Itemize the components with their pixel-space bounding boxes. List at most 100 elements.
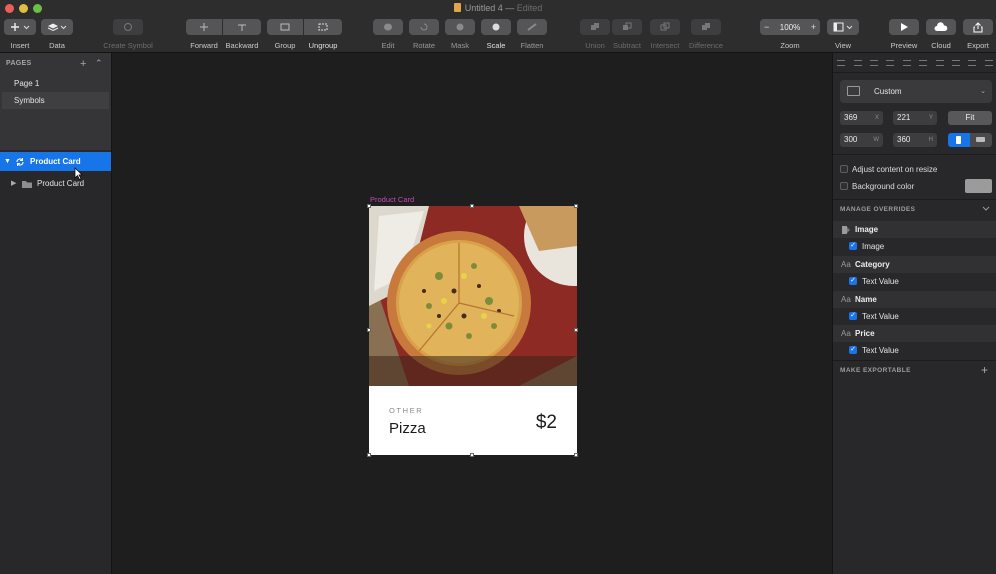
align-middle-icon[interactable] (902, 59, 911, 66)
add-page-icon[interactable]: + (80, 58, 86, 70)
landscape-icon[interactable] (970, 133, 992, 147)
resize-handle-bottom-left[interactable] (367, 453, 371, 457)
export-button[interactable]: Export (963, 19, 993, 53)
layers-sidebar: PAGES + ⌃ Page 1 Symbols ▼ Product Card … (0, 53, 112, 574)
canvas[interactable]: Product Card OTHER Pizza $2 (113, 53, 831, 574)
mask-icon (456, 23, 464, 31)
zoom-out-icon[interactable]: − (764, 22, 769, 32)
checkbox-checked-icon[interactable]: ✓ (849, 312, 857, 320)
intersect-icon (660, 22, 670, 31)
subtract-button[interactable]: Subtract (611, 19, 643, 53)
adjust-content-checkbox[interactable] (840, 165, 848, 173)
card-name: Pizza (389, 420, 426, 437)
layer-product-card-symbol[interactable]: ▼ Product Card (0, 152, 111, 171)
background-color-label: Background color (852, 182, 915, 191)
zoom-in-icon[interactable]: + (811, 22, 816, 32)
alignment-toolbar (833, 53, 996, 73)
fit-button[interactable]: Fit (948, 111, 992, 125)
checkbox-checked-icon[interactable]: ✓ (849, 242, 857, 250)
data-button[interactable]: Data (41, 19, 73, 53)
insert-button[interactable]: Insert (4, 19, 36, 53)
backward-button[interactable]: Backward (223, 19, 261, 53)
width-field[interactable]: 300 W (840, 133, 883, 147)
align-bottom-icon[interactable] (919, 59, 928, 66)
background-color-checkbox[interactable] (840, 182, 848, 190)
resize-handle-left[interactable] (367, 328, 371, 332)
window-title: Untitled 4 — Edited (0, 3, 996, 13)
union-button[interactable]: Union (580, 19, 610, 53)
page-item-symbols[interactable]: Symbols (2, 92, 109, 109)
manage-overrides-header[interactable]: MANAGE OVERRIDES (840, 206, 915, 213)
chevron-down-icon[interactable] (982, 206, 990, 212)
override-image-row[interactable]: ✓ Image (833, 238, 996, 255)
play-icon (901, 23, 908, 31)
checkbox-checked-icon[interactable]: ✓ (849, 277, 857, 285)
y-field[interactable]: 221 Y (893, 111, 937, 125)
difference-button[interactable]: Difference (688, 19, 724, 53)
sketch-window: Untitled 4 — Edited Insert Data Create S… (0, 0, 996, 574)
flip-icon[interactable] (984, 59, 993, 66)
edit-button[interactable]: Edit (373, 19, 403, 53)
portrait-icon[interactable] (948, 133, 970, 147)
resize-handle-top-left[interactable] (367, 204, 371, 208)
artboard-label[interactable]: Product Card (370, 195, 414, 204)
override-category-row[interactable]: ✓ Text Value (833, 273, 996, 290)
align-right-icon[interactable] (869, 59, 878, 66)
tidy-icon[interactable] (968, 59, 977, 66)
pages-header: PAGES (6, 60, 32, 67)
forward-button[interactable]: Forward (186, 19, 222, 53)
collapse-pages-icon[interactable]: ⌃ (95, 58, 103, 69)
adjust-content-label: Adjust content on resize (852, 165, 938, 174)
resize-handle-bottom[interactable] (470, 453, 474, 457)
intersect-button[interactable]: Intersect (648, 19, 682, 53)
align-center-icon[interactable] (853, 59, 862, 66)
x-field[interactable]: 369 X (840, 111, 883, 125)
cloud-icon (934, 22, 948, 31)
add-export-icon[interactable]: + (981, 363, 988, 377)
flatten-icon (527, 23, 537, 31)
disclosure-closed-icon[interactable]: ▶ (11, 174, 16, 193)
backward-icon (238, 24, 246, 31)
resize-handle-bottom-right[interactable] (574, 453, 578, 457)
artboard-preset-select[interactable]: Custom ⌄ (840, 80, 992, 103)
layer-product-card-group[interactable]: ▶ Product Card (0, 174, 111, 193)
pizza-photo-icon (369, 206, 577, 386)
resize-handle-right[interactable] (574, 328, 578, 332)
preview-button[interactable]: Preview (889, 19, 919, 53)
mouse-cursor-icon (74, 167, 83, 180)
orientation-toggle (948, 133, 992, 147)
align-left-icon[interactable] (837, 59, 846, 66)
view-button[interactable]: View (827, 19, 859, 53)
toolbar: Untitled 4 — Edited Insert Data Create S… (0, 0, 996, 53)
background-color-swatch[interactable] (965, 179, 992, 193)
rotate-button[interactable]: Rotate (409, 19, 439, 53)
cloud-button[interactable]: Cloud (926, 19, 956, 53)
folder-icon (22, 181, 32, 188)
ungroup-button[interactable]: Ungroup (304, 19, 342, 53)
difference-icon (702, 23, 710, 30)
resize-handle-top-right[interactable] (574, 204, 578, 208)
distribute-vertical-icon[interactable] (951, 59, 960, 66)
disclosure-open-icon[interactable]: ▼ (4, 152, 11, 171)
artboard-preset-icon (847, 86, 860, 96)
group-button[interactable]: Group (267, 19, 303, 53)
align-top-icon[interactable] (886, 59, 895, 66)
scale-button[interactable]: Scale (481, 19, 511, 53)
image-override-icon (842, 226, 850, 234)
distribute-horizontal-icon[interactable] (935, 59, 944, 66)
zoom-level[interactable]: 100% (780, 23, 800, 32)
override-price-header: Aa Price (833, 325, 996, 342)
checkbox-checked-icon[interactable]: ✓ (849, 346, 857, 354)
chevron-down-icon: ⌄ (980, 88, 986, 95)
override-price-row[interactable]: ✓ Text Value (833, 342, 996, 359)
product-card-artboard[interactable]: OTHER Pizza $2 (369, 206, 577, 455)
view-icon (833, 22, 853, 32)
height-field[interactable]: 360 H (893, 133, 937, 147)
resize-handle-top[interactable] (470, 204, 474, 208)
group-icon (280, 23, 290, 31)
page-item-page-1[interactable]: Page 1 (2, 75, 109, 92)
override-name-row[interactable]: ✓ Text Value (833, 308, 996, 325)
create-symbol-button[interactable]: Create Symbol (100, 19, 156, 53)
mask-button[interactable]: Mask (445, 19, 475, 53)
flatten-button[interactable]: Flatten (517, 19, 547, 53)
